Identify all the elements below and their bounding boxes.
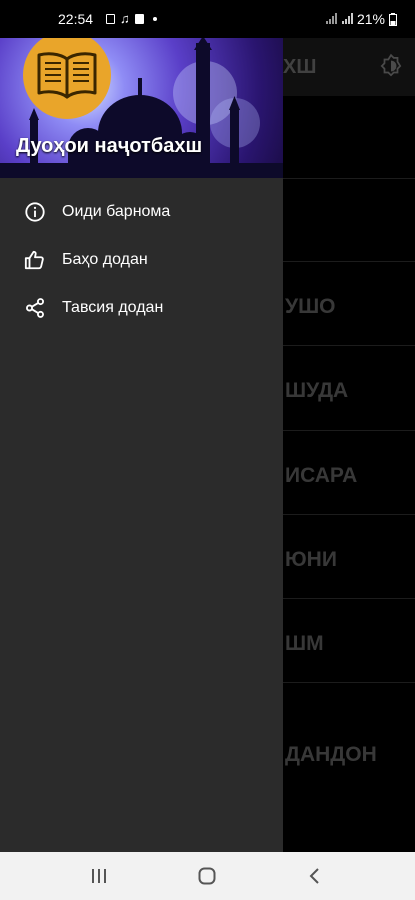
system-nav-bar bbox=[0, 852, 415, 900]
notification-icons: ♫ bbox=[106, 11, 157, 26]
gallery-notification-icon bbox=[106, 13, 115, 24]
drawer-item-about[interactable]: Оиди барнома bbox=[0, 188, 283, 236]
recent-apps-icon[interactable] bbox=[90, 866, 108, 886]
navigation-drawer: Дуоҳои наҷотбахш Оиди барнома Баҳо додан… bbox=[0, 38, 283, 852]
battery-icon bbox=[389, 12, 397, 26]
drawer-item-rate[interactable]: Баҳо додан bbox=[0, 236, 283, 284]
info-icon bbox=[25, 202, 45, 222]
thumbs-up-icon bbox=[24, 250, 44, 270]
drawer-item-label: Оиди барнома bbox=[62, 203, 171, 220]
book-icon bbox=[37, 52, 97, 99]
status-right: 21% bbox=[325, 11, 397, 27]
drawer-scrim[interactable] bbox=[283, 38, 415, 852]
app-notification-icon bbox=[134, 13, 144, 24]
status-time: 22:54 bbox=[58, 11, 94, 27]
status-bar: 22:54 ♫ 21% bbox=[0, 0, 415, 38]
music-notification-icon: ♫ bbox=[120, 11, 130, 26]
drawer-header: Дуоҳои наҷотбахш bbox=[0, 38, 283, 178]
drawer-item-label: Тавсия додан bbox=[62, 299, 164, 316]
drawer-item-share[interactable]: Тавсия додан bbox=[0, 284, 283, 332]
home-icon[interactable] bbox=[197, 866, 217, 886]
more-notifications-icon bbox=[152, 16, 157, 21]
battery-percent: 21% bbox=[356, 11, 385, 27]
drawer-item-label: Баҳо додан bbox=[62, 251, 148, 268]
signal-icon-2 bbox=[341, 13, 353, 24]
drawer-title: Дуоҳои наҷотбахш bbox=[16, 135, 203, 157]
share-icon bbox=[26, 298, 44, 318]
signal-icon-1 bbox=[325, 13, 337, 24]
back-icon[interactable] bbox=[307, 866, 323, 886]
